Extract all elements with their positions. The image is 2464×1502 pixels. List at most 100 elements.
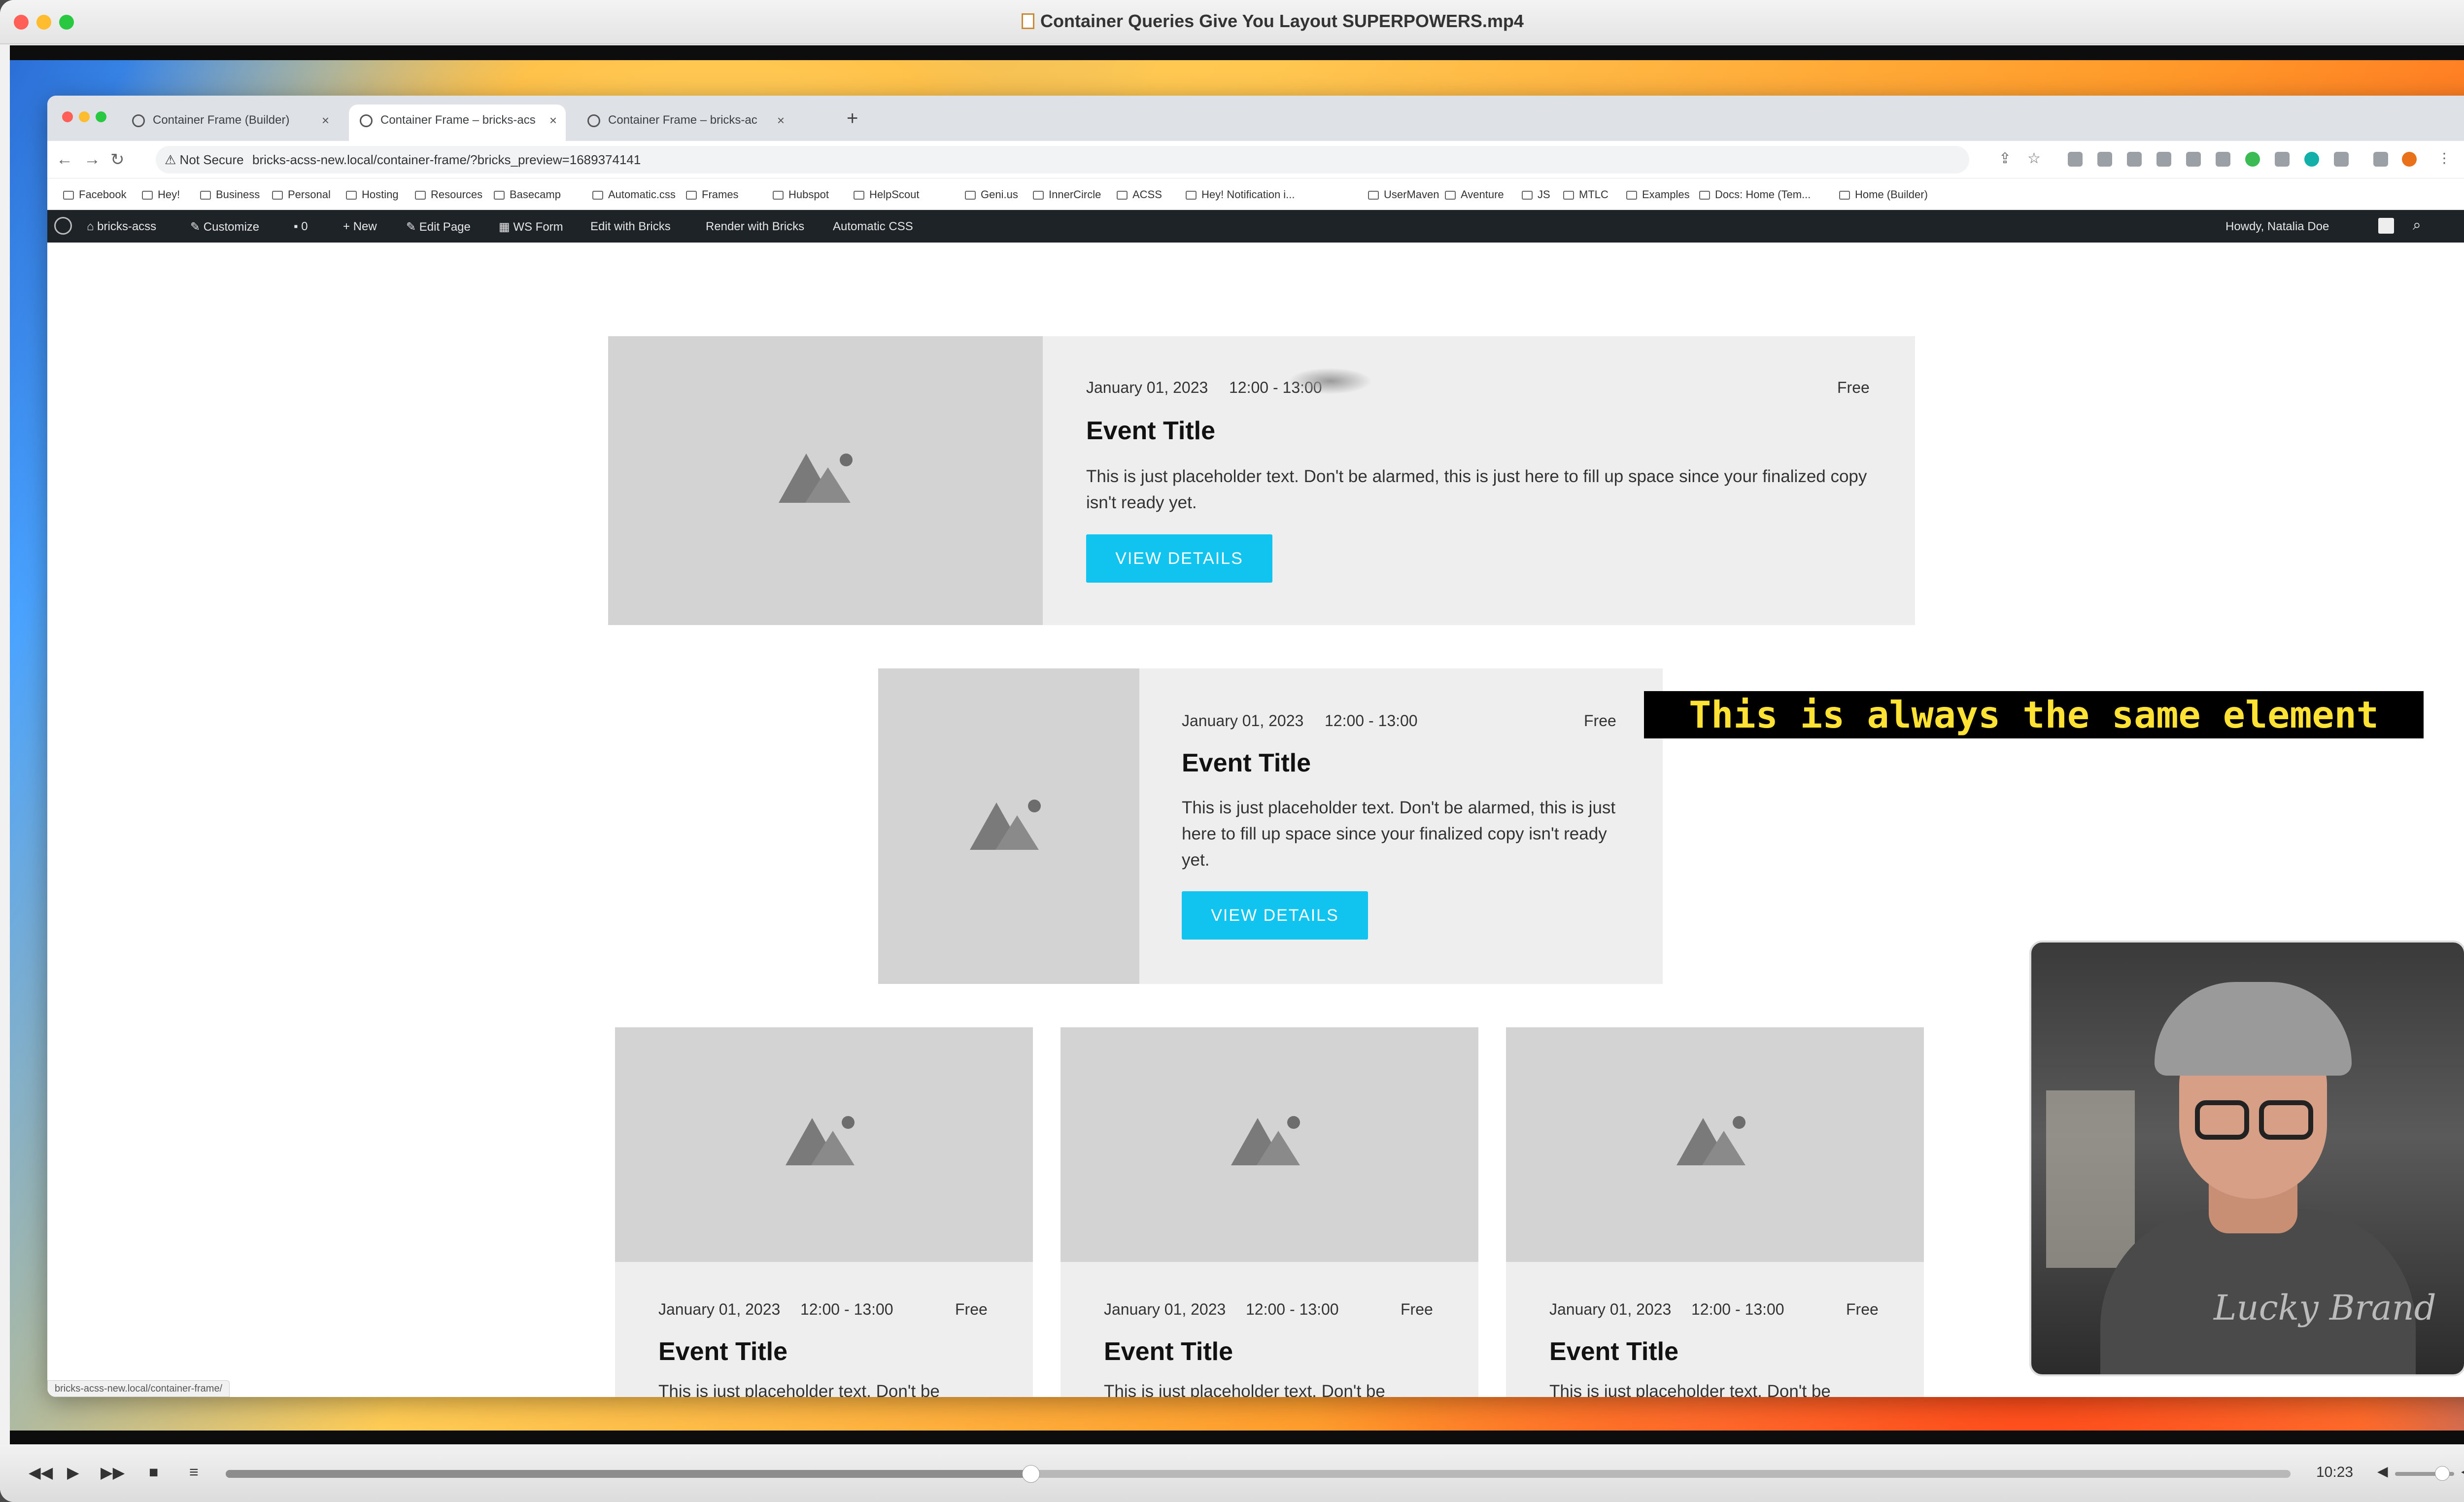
bookmark-item[interactable]: Facebook [63, 188, 127, 201]
browser-close-button[interactable] [62, 111, 73, 122]
address-bar[interactable]: ⚠ Not Secure bricks-acss-new.local/conta… [156, 146, 1969, 174]
stop-icon[interactable]: ■ [149, 1463, 158, 1481]
extensions-puzzle-icon[interactable] [2334, 152, 2349, 167]
extension-icon[interactable] [2275, 152, 2290, 167]
admin-ws-form[interactable]: ▦ WS Form [499, 220, 563, 234]
bookmark-item[interactable]: Business [200, 188, 260, 201]
event-description: This is just placeholder text. Don't be [1549, 1382, 1831, 1397]
admin-new[interactable]: + New [343, 220, 377, 234]
tab-label: Container Frame – bricks-acs [380, 113, 536, 127]
user-avatar[interactable] [2378, 218, 2394, 234]
bookmark-item[interactable]: Docs: Home (Tem... [1699, 188, 1811, 201]
close-tab-icon[interactable]: × [777, 105, 785, 136]
admin-customize[interactable]: ✎ Customize [190, 220, 259, 234]
volume-low-icon[interactable]: ◀ [2377, 1463, 2388, 1479]
event-image-placeholder [878, 668, 1139, 984]
background-shelf [2046, 1090, 2135, 1268]
bookmark-folder-icon [1368, 191, 1379, 200]
event-date: January 01, 2023 [1549, 1300, 1672, 1318]
admin-edit-bricks[interactable]: Edit with Bricks [590, 220, 671, 234]
bookmark-folder-icon [1839, 191, 1850, 200]
admin-automatic-css[interactable]: Automatic CSS [833, 220, 913, 234]
bookmark-item[interactable]: Basecamp [494, 188, 561, 201]
side-panel-icon[interactable] [2373, 152, 2388, 167]
bookmark-folder-icon [142, 191, 153, 200]
tab-container-frame-active[interactable]: Container Frame – bricks-acs × [349, 105, 566, 141]
view-details-button[interactable]: VIEW DETAILS [1086, 534, 1272, 583]
back-icon[interactable]: ← [56, 150, 73, 169]
bookmark-item[interactable]: Home (Builder) [1839, 188, 1928, 201]
close-tab-icon[interactable]: × [549, 105, 557, 136]
image-placeholder-icon [842, 1116, 855, 1129]
admin-howdy[interactable]: Howdy, Natalia Doe [2225, 220, 2329, 234]
not-secure-label: Not Secure [179, 152, 244, 167]
bookmark-item[interactable]: UserMaven [1368, 188, 1439, 201]
chapters-list-icon[interactable]: ≡ [189, 1463, 199, 1481]
bookmark-label: JS [1538, 188, 1550, 201]
bookmark-item[interactable]: ACSS [1117, 188, 1162, 201]
bookmark-label: Hubspot [788, 188, 829, 201]
extension-icon[interactable] [2304, 152, 2319, 167]
bookmark-item[interactable]: JS [1522, 188, 1550, 201]
forward-icon[interactable]: → [84, 150, 101, 169]
bookmark-item[interactable]: Aventure [1445, 188, 1504, 201]
share-icon[interactable]: ⇪ [1999, 150, 2011, 167]
playback-scrubber-knob[interactable] [1022, 1465, 1040, 1483]
admin-edit-page[interactable]: ✎ Edit Page [406, 220, 471, 234]
bookmark-item[interactable]: Hey! [142, 188, 180, 201]
new-tab-button[interactable]: + [847, 107, 858, 130]
video-player-window: Container Queries Give You Layout SUPERP… [0, 0, 2464, 1502]
rewind-icon[interactable]: ◀◀ [29, 1463, 53, 1482]
extension-icon[interactable] [2245, 152, 2260, 167]
not-secure-indicator[interactable]: ⚠ Not Secure [165, 152, 244, 168]
profile-avatar[interactable] [2402, 152, 2417, 167]
volume-high-icon[interactable]: ◀) [2461, 1463, 2464, 1479]
admin-customize-label: Customize [203, 220, 260, 234]
bookmark-item[interactable]: Automatic.css [592, 188, 676, 201]
wordpress-icon [587, 114, 600, 127]
play-icon[interactable]: ▶ [67, 1463, 79, 1482]
event-time: 12:00 - 13:00 [800, 1300, 893, 1318]
close-tab-icon[interactable]: × [322, 105, 329, 136]
bookmark-folder-icon [1522, 191, 1533, 200]
bookmark-label: Aventure [1461, 188, 1504, 201]
bookmark-item[interactable]: Resources [415, 188, 482, 201]
bookmark-star-icon[interactable]: ☆ [2027, 150, 2041, 167]
reload-icon[interactable]: ↻ [110, 150, 125, 170]
extension-icon[interactable] [2186, 152, 2201, 167]
presenter-glasses [2259, 1100, 2313, 1140]
bookmark-label: Facebook [79, 188, 127, 201]
browser-menu-icon[interactable]: ⋮ [2437, 150, 2451, 166]
wordpress-logo-icon[interactable] [54, 217, 72, 235]
extension-icon[interactable] [2216, 152, 2230, 167]
admin-comments[interactable]: ▪ 0 [294, 220, 308, 234]
playback-progress-bar[interactable] [226, 1465, 2291, 1483]
fast-forward-icon[interactable]: ▶▶ [101, 1463, 125, 1482]
volume-slider-knob[interactable] [2435, 1466, 2450, 1481]
bookmark-item[interactable]: Hubspot [773, 188, 829, 201]
bookmark-item[interactable]: InnerCircle [1033, 188, 1101, 201]
bookmark-label: Hey! Notification i... [1201, 188, 1295, 201]
tab-container-frame-3[interactable]: Container Frame – bricks-ac × [577, 105, 793, 141]
extension-icon[interactable] [2127, 152, 2142, 167]
bookmark-item[interactable]: Examples [1626, 188, 1690, 201]
extension-icon[interactable] [2156, 152, 2171, 167]
admin-search-icon[interactable]: ⌕ [2413, 217, 2421, 234]
presenter-webcam-overlay: Lucky Brand [2029, 941, 2464, 1376]
bookmark-item[interactable]: Geni.us [965, 188, 1018, 201]
bookmark-item[interactable]: HelpScout [854, 188, 920, 201]
extension-icon[interactable] [2068, 152, 2083, 167]
tab-container-frame-builder[interactable]: Container Frame (Builder) × [121, 105, 338, 141]
bookmark-item[interactable]: Personal [272, 188, 331, 201]
extension-icon[interactable] [2097, 152, 2112, 167]
bookmark-item[interactable]: MTLC [1563, 188, 1608, 201]
browser-zoom-button[interactable] [96, 111, 106, 122]
bookmark-item[interactable]: Hey! Notification i... [1186, 188, 1295, 201]
bookmark-item[interactable]: Frames [686, 188, 739, 201]
bookmark-label: Geni.us [981, 188, 1018, 201]
bookmark-item[interactable]: Hosting [346, 188, 399, 201]
admin-render-bricks[interactable]: Render with Bricks [706, 220, 804, 234]
admin-site-name[interactable]: ⌂ bricks-acss [87, 220, 156, 234]
view-details-button[interactable]: VIEW DETAILS [1182, 891, 1368, 940]
browser-minimize-button[interactable] [79, 111, 90, 122]
